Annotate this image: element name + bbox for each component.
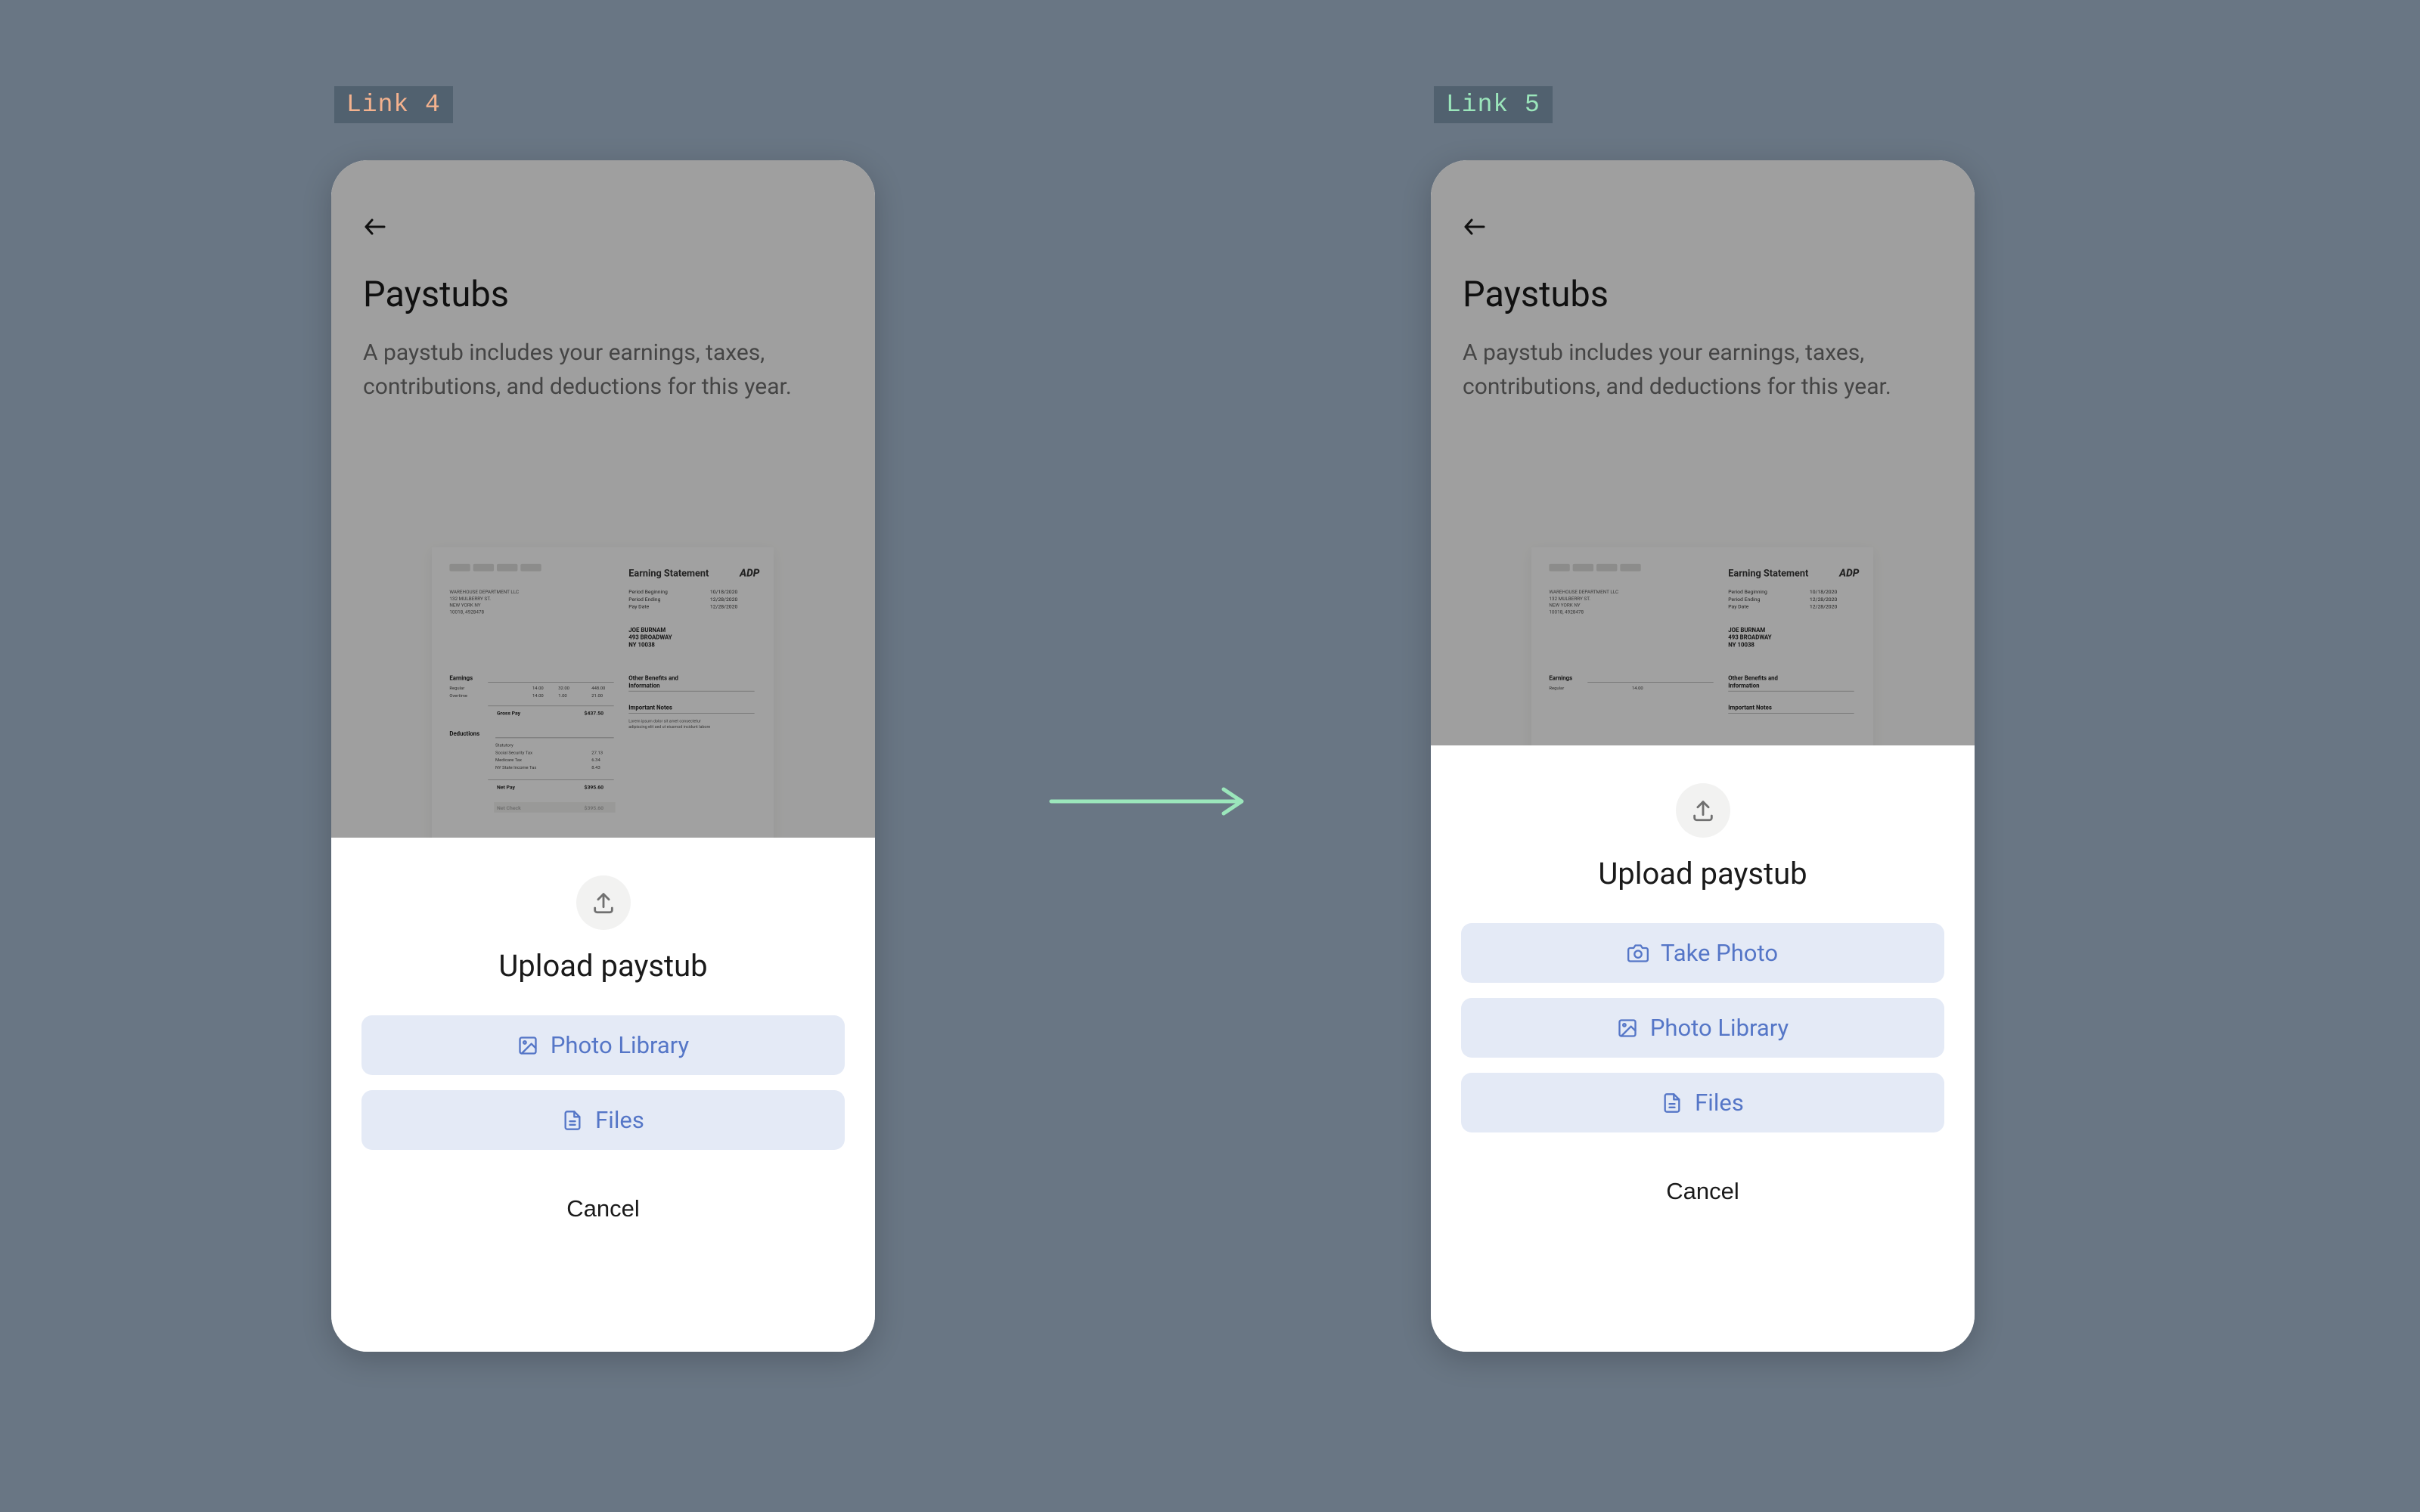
file-icon [562,1110,583,1131]
svg-text:493 BROADWAY: 493 BROADWAY [1728,634,1772,641]
svg-text:Other Benefits and: Other Benefits and [628,675,678,682]
svg-text:10/18/2020: 10/18/2020 [710,589,738,595]
page-description: A paystub includes your earnings, taxes,… [1463,336,1901,404]
photo-library-button[interactable]: Photo Library [1461,998,1944,1058]
doc-brand: ADP [739,567,760,579]
svg-text:10018, 4928478: 10018, 4928478 [449,609,484,615]
document-preview: Earning Statement ADP WAREHOUSE DEPARTME… [432,547,774,850]
option-label: Photo Library [1650,1014,1789,1042]
svg-text:10018, 4928478: 10018, 4928478 [1549,609,1584,615]
phone-mockup-left: Paystubs A paystub includes your earning… [331,160,875,1352]
svg-text:Social Security Tax: Social Security Tax [495,751,532,755]
image-icon [517,1035,538,1056]
back-button[interactable] [1460,212,1490,242]
svg-text:Pay Date: Pay Date [1728,604,1748,610]
image-icon [1617,1018,1638,1039]
svg-text:32.00: 32.00 [558,686,569,691]
svg-text:adipiscing elit sed ut eiusmod: adipiscing elit sed ut eiusmod incidunt … [628,725,710,730]
file-icon [1661,1092,1683,1114]
svg-text:Medicare Tax: Medicare Tax [495,758,522,763]
svg-text:27.13: 27.13 [591,751,603,755]
svg-text:12/28/2020: 12/28/2020 [710,596,738,603]
photo-library-button[interactable]: Photo Library [361,1015,845,1075]
svg-text:6.34: 6.34 [591,758,600,763]
svg-text:Important Notes: Important Notes [628,705,672,711]
option-label: Photo Library [551,1031,689,1059]
svg-text:Deductions: Deductions [449,730,479,737]
doc-title: Earning Statement [628,568,709,579]
sheet-title: Upload paystub [498,948,707,984]
svg-text:10/18/2020: 10/18/2020 [1810,589,1838,595]
doc-period-beginning: Period Beginning [628,589,668,595]
svg-text:WAREHOUSE DEPARTMENT LLC: WAREHOUSE DEPARTMENT LLC [449,589,519,595]
svg-text:14.00: 14.00 [532,686,544,691]
svg-text:132 MULBERRY ST.: 132 MULBERRY ST. [449,596,491,602]
svg-text:NY 10038: NY 10038 [628,641,655,648]
page-description: A paystub includes your earnings, taxes,… [363,336,802,404]
svg-text:14.00: 14.00 [1632,686,1643,691]
upload-icon [1676,783,1730,838]
upload-icon [576,875,631,930]
svg-text:Earnings: Earnings [449,675,473,682]
svg-text:Lorem ipsum dolor sit amet con: Lorem ipsum dolor sit amet consectetur [628,719,701,723]
svg-text:Other Benefits and: Other Benefits and [1728,675,1778,682]
svg-text:132 MULBERRY ST.: 132 MULBERRY ST. [1549,596,1590,602]
svg-text:Information: Information [628,682,659,689]
svg-text:14.00: 14.00 [532,694,544,699]
camera-icon [1627,943,1649,964]
svg-text:NEW YORK NY: NEW YORK NY [1549,603,1580,609]
page-title: Paystubs [363,274,509,315]
svg-text:NY State Income Tax: NY State Income Tax [495,766,536,770]
svg-text:$437.50: $437.50 [585,711,604,717]
svg-text:12/28/2020: 12/28/2020 [710,604,738,610]
arrow-right-icon [1048,786,1252,816]
page-title: Paystubs [1463,274,1609,315]
svg-text:493 BROADWAY: 493 BROADWAY [628,634,672,641]
upload-action-sheet: Upload paystub Take Photo Photo Library [1431,745,1975,1352]
svg-text:Important Notes: Important Notes [1728,705,1772,711]
svg-text:ADP: ADP [1838,567,1860,579]
svg-text:$395.60: $395.60 [585,784,604,790]
back-button[interactable] [360,212,390,242]
upload-action-sheet: Upload paystub Photo Library Files Ca [331,838,875,1352]
doc-pay-date: Pay Date [628,604,649,610]
svg-text:Net Pay: Net Pay [497,784,516,790]
svg-text:JOE BURNAM: JOE BURNAM [1728,627,1765,634]
svg-text:Earnings: Earnings [1549,675,1572,682]
svg-text:448.00: 448.00 [591,686,605,691]
take-photo-button[interactable]: Take Photo [1461,923,1944,983]
svg-text:12/28/2020: 12/28/2020 [1810,596,1838,603]
phone-mockup-right: Paystubs A paystub includes your earning… [1431,160,1975,1352]
svg-text:NEW YORK NY: NEW YORK NY [449,603,480,609]
svg-text:Statutory: Statutory [495,744,513,748]
link-label-4: Link 4 [334,86,453,123]
option-label: Files [1695,1089,1744,1117]
svg-text:WAREHOUSE DEPARTMENT LLC: WAREHOUSE DEPARTMENT LLC [1549,589,1618,595]
option-label: Files [595,1106,644,1134]
doc-payee-name: JOE BURNAM [628,627,666,634]
svg-text:Period Ending: Period Ending [1728,596,1760,603]
svg-text:8.43: 8.43 [591,766,600,770]
doc-period-ending: Period Ending [628,596,660,603]
cancel-button[interactable]: Cancel [1666,1178,1739,1205]
svg-text:NY 10038: NY 10038 [1728,641,1754,648]
svg-text:Regular: Regular [449,686,464,691]
svg-text:Period Beginning: Period Beginning [1728,589,1767,595]
svg-text:Information: Information [1728,682,1759,689]
sheet-title: Upload paystub [1598,856,1807,891]
files-button[interactable]: Files [1461,1073,1944,1132]
files-button[interactable]: Files [361,1090,845,1150]
option-label: Take Photo [1661,939,1778,967]
svg-text:Gross Pay: Gross Pay [497,711,521,717]
svg-text:21.00: 21.00 [591,694,603,699]
svg-text:1.00: 1.00 [558,694,566,699]
svg-text:Regular: Regular [1549,686,1564,691]
svg-text:Overtime: Overtime [449,694,467,699]
link-label-5: Link 5 [1434,86,1553,123]
cancel-button[interactable]: Cancel [566,1195,640,1222]
svg-text:12/28/2020: 12/28/2020 [1810,604,1838,610]
svg-text:Earning Statement: Earning Statement [1728,568,1809,579]
